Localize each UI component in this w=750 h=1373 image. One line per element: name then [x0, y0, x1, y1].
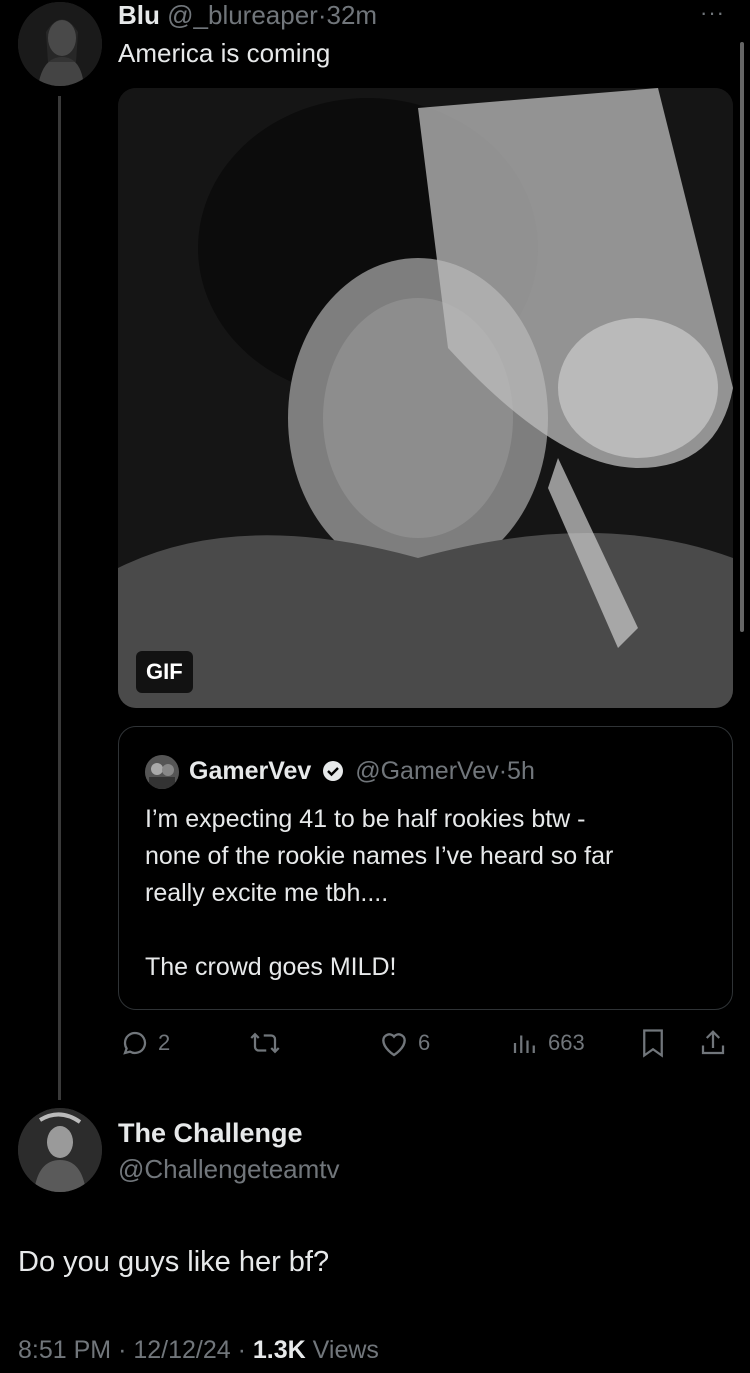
avatar[interactable] [18, 2, 102, 86]
reply-display-name[interactable]: The Challenge [118, 1118, 303, 1149]
like-button[interactable]: 6 [378, 1028, 430, 1058]
separator: · [317, 0, 327, 30]
post-text: America is coming [118, 38, 331, 68]
separator: · [237, 1336, 246, 1364]
gif-badge: GIF [136, 651, 193, 693]
views-button[interactable]: 663 [510, 1028, 585, 1058]
post-header: Blu @_blureaper·32m [118, 0, 377, 30]
quote-handle[interactable]: @GamerVev [355, 757, 498, 785]
share-button[interactable] [698, 1028, 728, 1058]
avatar[interactable] [18, 1108, 102, 1192]
reply-time[interactable]: 8:51 PM [18, 1336, 111, 1364]
bookmark-button[interactable] [640, 1028, 666, 1058]
quoted-post[interactable]: GamerVev @GamerVev·5h I’m expecting 41 t… [118, 726, 733, 1010]
separator: · [498, 757, 508, 785]
quote-text-line: I’m expecting 41 to be half rookies btw … [145, 805, 586, 833]
reply-handle[interactable]: @Challengeteamtv [118, 1154, 340, 1185]
display-name[interactable]: Blu [118, 0, 160, 30]
reply-button[interactable]: 2 [120, 1028, 170, 1058]
repost-icon [250, 1032, 280, 1054]
quote-text: I’m expecting 41 to be half rookies btw … [145, 801, 613, 986]
quote-display-name[interactable]: GamerVev [189, 757, 311, 785]
repost-button[interactable] [248, 1028, 290, 1058]
quote-header: GamerVev @GamerVev·5h [189, 755, 535, 790]
quote-text-line: really excite me tbh.... [145, 879, 389, 907]
handle[interactable]: @_blureaper [167, 0, 318, 30]
post-time[interactable]: 32m [327, 0, 378, 30]
more-options-icon[interactable]: ··· [700, 0, 725, 26]
reply-views-label: Views [312, 1336, 379, 1364]
views-chart-icon [513, 1035, 535, 1053]
like-count: 6 [418, 1030, 431, 1055]
quote-text-line: The crowd goes MILD! [145, 953, 397, 981]
thread-connector-line [58, 96, 61, 1100]
reply-date[interactable]: 12/12/24 [133, 1336, 230, 1364]
reply-count: 2 [158, 1030, 171, 1055]
quote-time[interactable]: 5h [507, 757, 535, 785]
separator: · [118, 1336, 127, 1364]
reply-text: Do you guys like her bf? [18, 1246, 330, 1278]
share-icon [701, 1030, 725, 1055]
reply-meta: 8:51 PM · 12/12/24 · 1.3K Views [18, 1336, 379, 1365]
post-media-gif[interactable]: GIF [118, 88, 733, 708]
heart-icon [382, 1033, 406, 1057]
verified-badge-icon [322, 758, 344, 790]
quote-avatar[interactable] [145, 755, 179, 789]
reply-icon [123, 1031, 147, 1055]
scrollbar[interactable] [740, 42, 744, 632]
reply-views-count: 1.3K [252, 1336, 306, 1364]
views-count: 663 [548, 1030, 585, 1055]
quote-text-line: none of the rookie names I’ve heard so f… [145, 842, 614, 870]
bookmark-icon [643, 1029, 663, 1058]
